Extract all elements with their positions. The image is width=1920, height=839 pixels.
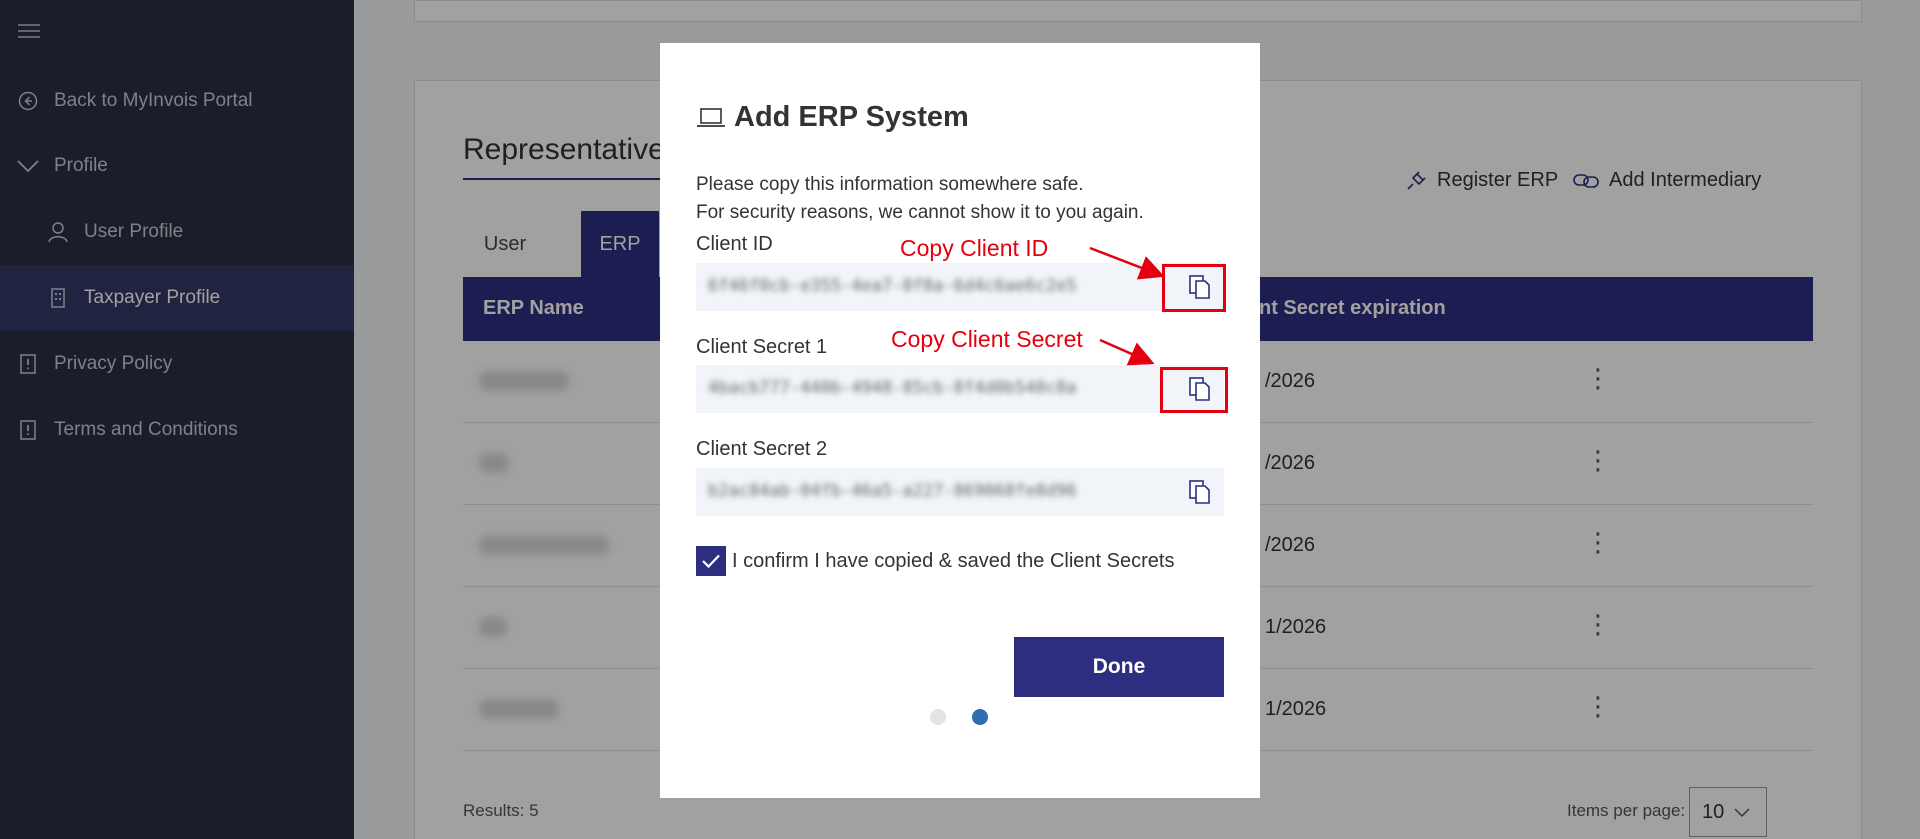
client-secret-2-label: Client Secret 2 bbox=[696, 438, 828, 460]
client-id-value: 6f46f0cb-e355-4ea7-8f8a-6d4c6ae6c2e5 bbox=[708, 276, 1077, 296]
modal-title: Add ERP System bbox=[696, 101, 969, 134]
checkmark-icon bbox=[702, 554, 720, 569]
copy-client-secret-2-button[interactable] bbox=[1186, 478, 1214, 506]
client-secret-2-value: b2ac84ab-04fb-46a5-a227-869068fe8d96 bbox=[708, 481, 1077, 501]
laptop-icon bbox=[696, 107, 726, 129]
client-secret-2-field: b2ac84ab-04fb-46a5-a227-869068fe8d96 bbox=[696, 468, 1224, 516]
add-erp-modal: Add ERP System Please copy this informat… bbox=[660, 43, 1260, 798]
confirm-label: I confirm I have copied & saved the Clie… bbox=[732, 550, 1175, 572]
description-line-1: Please copy this information somewhere s… bbox=[696, 174, 1084, 195]
client-id-field: 6f46f0cb-e355-4ea7-8f8a-6d4c6ae6c2e5 bbox=[696, 263, 1224, 311]
modal-description: Please copy this information somewhere s… bbox=[696, 171, 1144, 227]
client-id-label: Client ID bbox=[696, 233, 773, 255]
copy-icon bbox=[1189, 480, 1210, 504]
client-secret-1-label: Client Secret 1 bbox=[696, 336, 828, 358]
confirm-checkbox[interactable] bbox=[696, 546, 726, 576]
step-indicator-1[interactable] bbox=[930, 709, 946, 725]
annotation-copy-client-id: Copy Client ID bbox=[900, 235, 1049, 261]
copy-client-id-highlight bbox=[1162, 264, 1226, 312]
modal-title-text: Add ERP System bbox=[734, 101, 969, 133]
step-indicator-2-active[interactable] bbox=[972, 709, 988, 725]
description-line-2: For security reasons, we cannot show it … bbox=[696, 202, 1144, 223]
annotation-copy-client-secret: Copy Client Secret bbox=[891, 326, 1083, 352]
client-secret-1-value: 4bacb777-440b-4948-85cb-8f4d0b540c8a bbox=[708, 378, 1077, 398]
done-button[interactable]: Done bbox=[1014, 637, 1224, 697]
client-secret-1-field: 4bacb777-440b-4948-85cb-8f4d0b540c8a bbox=[696, 365, 1224, 413]
copy-client-secret-highlight bbox=[1160, 367, 1228, 413]
